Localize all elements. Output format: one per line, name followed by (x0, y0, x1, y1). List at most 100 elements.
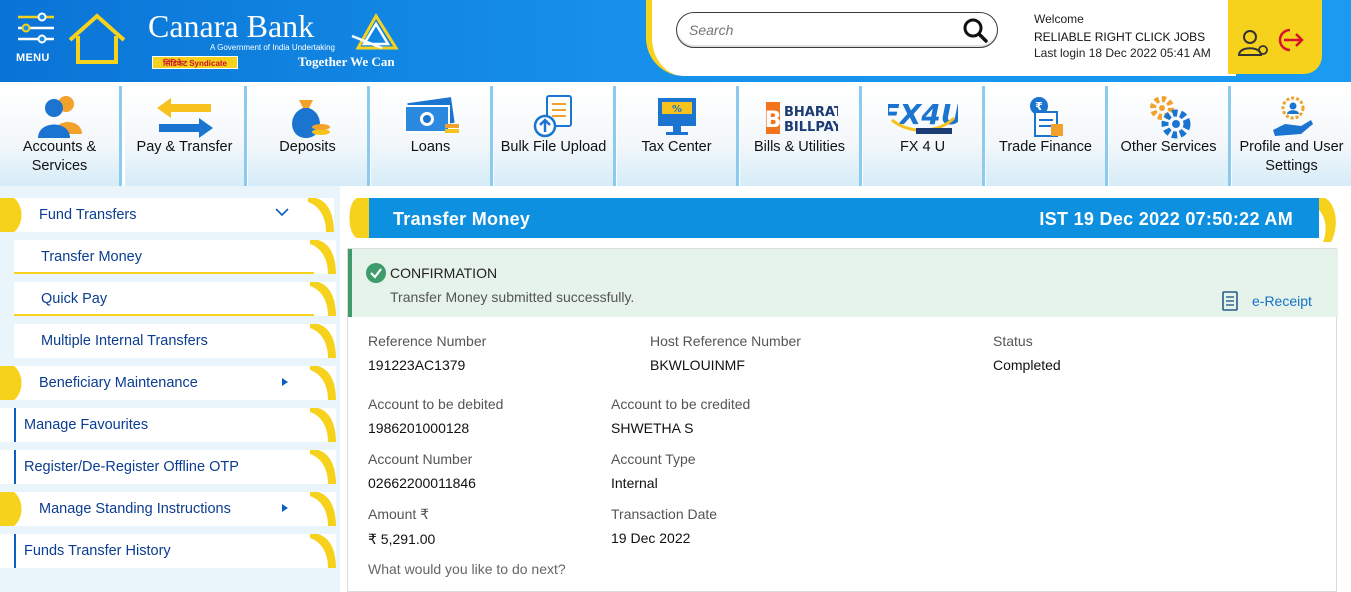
field-status: Status Completed (993, 333, 1061, 373)
sidebar-offline-otp[interactable]: Register/De-Register Offline OTP (0, 450, 336, 484)
home-icon (68, 13, 126, 64)
sidebar-item-label: Funds Transfer History (24, 543, 171, 559)
nav-profile-settings[interactable]: Profile and User Settings (1232, 86, 1351, 186)
user-name: RELIABLE RIGHT CLICK JOBS (1034, 30, 1206, 44)
logout-icon[interactable] (1272, 24, 1306, 54)
sidebar-item-label: Manage Favourites (24, 417, 149, 433)
left-rule (14, 450, 16, 484)
nav-bulk-file-upload[interactable]: Bulk File Upload (494, 86, 616, 186)
document-icon (1222, 291, 1238, 311)
search-box[interactable] (676, 12, 998, 48)
svg-text:B: B (764, 108, 781, 133)
sidebar-beneficiary-maintenance[interactable]: Beneficiary Maintenance (0, 366, 336, 400)
svg-text:BILLPAY: BILLPAY (784, 120, 838, 135)
file-upload-icon (533, 95, 572, 138)
sidebar-manage-favourites[interactable]: Manage Favourites (0, 408, 336, 442)
sidebar-item-multiple-internal-transfers[interactable]: Multiple Internal Transfers (14, 324, 336, 358)
sidebar-item-label: Multiple Internal Transfers (41, 333, 208, 349)
yellow-corner-left (0, 492, 22, 526)
chevron-down-icon (275, 208, 289, 217)
nav-label: Tax Center (641, 139, 712, 155)
header-yellow-panel (1228, 0, 1322, 74)
search-input[interactable] (689, 21, 949, 39)
banknote-icon (403, 97, 459, 133)
bank-tagline: Together We Can (298, 54, 395, 69)
sidebar-item-transfer-money[interactable]: Transfer Money (14, 240, 336, 274)
caret-right-icon (282, 504, 288, 512)
nav-tax-center[interactable]: % Tax Center (617, 86, 739, 186)
menu-button[interactable]: MENU (12, 10, 58, 66)
field-transaction-date: Transaction Date 19 Dec 2022 (611, 506, 717, 546)
yellow-tab-right (310, 240, 336, 274)
welcome-label: Welcome (1034, 12, 1084, 26)
nav-trade-finance[interactable]: ₹ Trade Finance (986, 86, 1108, 186)
search-icon[interactable] (961, 17, 989, 45)
left-rule (14, 408, 16, 442)
nav-loans[interactable]: Loans (371, 86, 493, 186)
field-label: Amount ₹ (368, 506, 430, 522)
sidebar: Fund Transfers Transfer Money Quick Pay … (0, 186, 340, 592)
field-label: Account Number (368, 451, 473, 467)
nav-label: FX 4 U (899, 139, 946, 155)
active-underline (14, 272, 314, 274)
menu-label: MENU (16, 52, 50, 64)
nav-other-services[interactable]: Other Services (1109, 86, 1231, 186)
next-action-question: What would you like to do next? (368, 561, 566, 577)
sidebar-funds-transfer-history[interactable]: Funds Transfer History (0, 534, 336, 568)
users-icon (37, 96, 82, 138)
nav-label-line2: Settings (1265, 158, 1318, 174)
field-label: Account to be debited (368, 396, 504, 412)
svg-text:%: % (671, 104, 681, 115)
trade-finance-icon: ₹ (1029, 97, 1063, 137)
sidebar-item-label: Transfer Money (41, 249, 142, 265)
canara-logo-icon (351, 13, 399, 50)
field-account-type: Account Type Internal (611, 451, 696, 491)
page-title: Transfer Money (393, 209, 531, 229)
item-underline (14, 314, 314, 316)
nav-label: Other Services (1120, 139, 1217, 155)
nav-label: Profile and User (1239, 139, 1344, 155)
nav-bills-utilities[interactable]: B BHARAT BILLPAY Bills & Utilities (740, 86, 862, 186)
e-receipt-label: e-Receipt (1252, 293, 1312, 309)
field-value: SHWETHA S (611, 420, 694, 436)
field-label: Account to be credited (611, 396, 751, 412)
sidebar-fund-transfers[interactable]: Fund Transfers (0, 198, 334, 232)
bank-subtitle: A Government of India Undertaking (210, 43, 335, 52)
sidebar-item-label: Register/De-Register Offline OTP (24, 459, 239, 475)
yellow-tab-right (310, 408, 336, 442)
field-value: ₹ 5,291.00 (368, 531, 436, 547)
field-label: Transaction Date (611, 506, 718, 522)
nav-deposits[interactable]: Deposits (248, 86, 370, 186)
nav-accounts-services[interactable]: Accounts & Services (0, 86, 122, 186)
main-content: Transfer Money IST 19 Dec 2022 07:50:22 … (347, 196, 1351, 592)
field-label: Status (993, 333, 1033, 349)
field-value: Completed (993, 357, 1061, 373)
yellow-tab-right (310, 534, 336, 568)
sidebar-item-label: Manage Standing Instructions (39, 501, 231, 517)
field-value: Internal (611, 475, 658, 491)
sidebar-item-label: Beneficiary Maintenance (39, 375, 198, 391)
syndicate-badge: सिंडिकेट Syndicate (152, 56, 238, 69)
title-yellow-right (1309, 198, 1336, 242)
nav-label: Pay & Transfer (136, 139, 233, 155)
fx4u-logo: FX4U (888, 98, 958, 134)
bank-brand[interactable]: Canara Bank A Government of India Undert… (148, 6, 410, 74)
sidebar-item-quick-pay[interactable]: Quick Pay (14, 282, 336, 316)
field-reference-number: Reference Number 191223AC1379 (368, 333, 486, 373)
profile-hand-icon (1272, 96, 1313, 136)
sidebar-standing-instructions[interactable]: Manage Standing Instructions (0, 492, 336, 526)
yellow-tab-right (310, 450, 336, 484)
sidebar-item-label: Quick Pay (41, 291, 108, 307)
user-profile-icon[interactable] (1236, 28, 1270, 58)
header-white-panel: Welcome RELIABLE RIGHT CLICK JOBS Last l… (646, 0, 1236, 76)
nav-pay-transfer[interactable]: Pay & Transfer (125, 86, 247, 186)
nav-fx4u[interactable]: FX4U FX 4 U (863, 86, 985, 186)
yellow-tab-right (308, 198, 334, 232)
yellow-tab-right (310, 492, 336, 526)
confirmation-message: Transfer Money submitted successfully. (390, 289, 635, 305)
page-title-bar: Transfer Money IST 19 Dec 2022 07:50:22 … (347, 198, 1339, 242)
home-button[interactable] (66, 12, 128, 66)
e-receipt-link[interactable]: e-Receipt (1222, 291, 1322, 313)
nav-label: Bills & Utilities (753, 139, 846, 155)
menu-sliders-icon (18, 12, 54, 44)
